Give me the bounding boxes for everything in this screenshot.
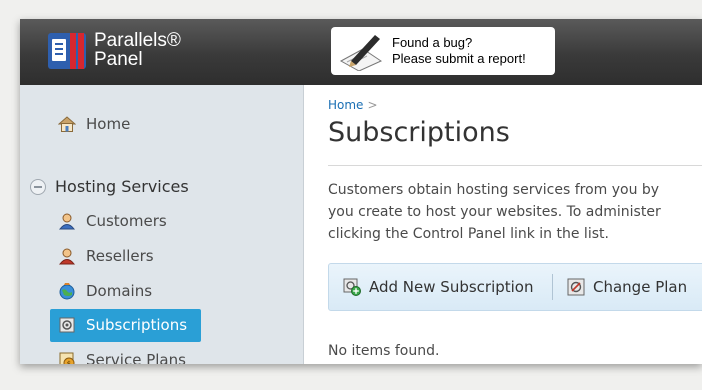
sidebar-item-label: Domains <box>86 282 153 300</box>
breadcrumb-home-link[interactable]: Home <box>328 98 363 112</box>
collapse-icon[interactable] <box>30 179 46 195</box>
bug-report-button[interactable]: Found a bug? Please submit a report! <box>331 27 555 75</box>
breadcrumb: Home > <box>328 98 378 112</box>
sidebar-item-label: Resellers <box>86 247 154 265</box>
logo-text: Parallels® Panel <box>94 31 181 69</box>
page-description: Customers obtain hosting services from y… <box>328 179 702 245</box>
sidebar-item-domains[interactable]: Domains <box>50 275 300 307</box>
reseller-icon <box>58 248 76 265</box>
pen-and-paper-icon <box>339 35 383 71</box>
sidebar-item-label: Service Plans <box>86 351 186 364</box>
empty-list-message: No items found. <box>328 343 440 359</box>
change-plan-label: Change Plan <box>593 278 688 296</box>
app-window: Parallels® Panel Found a bug? Please sub… <box>20 19 702 364</box>
sidebar: Home Hosting Services Customers Reseller… <box>20 85 304 364</box>
parallels-logo[interactable]: Parallels® Panel <box>48 31 228 73</box>
change-plan-icon <box>567 278 585 296</box>
toolbar: Add New Subscription Change Plan <box>328 263 702 311</box>
bug-report-line-2: Please submit a report! <box>392 51 526 66</box>
customer-icon <box>58 213 76 230</box>
title-divider <box>328 165 702 166</box>
description-line-2: you create to host your websites. To adm… <box>328 204 661 220</box>
sidebar-item-label: Subscriptions <box>86 316 188 334</box>
service-plan-icon: $ <box>59 352 75 364</box>
description-line-1: Customers obtain hosting services from y… <box>328 182 660 198</box>
sidebar-item-label: Home <box>86 115 131 133</box>
logo-line-2: Panel <box>94 49 143 70</box>
add-new-subscription-button[interactable]: Add New Subscription <box>329 264 551 310</box>
bug-report-text: Found a bug? Please submit a report! <box>392 35 526 67</box>
top-bar: Parallels® Panel Found a bug? Please sub… <box>20 19 702 85</box>
change-plan-button[interactable]: Change Plan <box>553 264 702 310</box>
description-line-3: clicking the Control Panel link in the l… <box>328 226 609 242</box>
add-new-subscription-label: Add New Subscription <box>369 278 534 296</box>
sidebar-item-service-plans[interactable]: $ Service Plans <box>50 344 300 364</box>
sidebar-item-label: Customers <box>86 212 167 230</box>
add-subscription-icon <box>343 278 361 296</box>
sidebar-item-customers[interactable]: Customers <box>50 205 300 237</box>
bug-report-line-1: Found a bug? <box>392 35 473 50</box>
sidebar-item-resellers[interactable]: Resellers <box>50 240 300 272</box>
sidebar-item-home[interactable]: Home <box>50 108 300 140</box>
sidebar-item-subscriptions[interactable]: Subscriptions <box>50 309 300 342</box>
home-icon <box>58 116 76 132</box>
svg-text:$: $ <box>67 360 71 364</box>
parallels-logo-icon <box>48 33 86 69</box>
page-title: Subscriptions <box>328 117 510 148</box>
breadcrumb-separator: > <box>367 98 378 112</box>
logo-line-1: Parallels® <box>94 30 181 51</box>
group-label: Hosting Services <box>55 177 189 196</box>
subscription-icon <box>59 317 75 333</box>
globe-icon <box>59 283 75 300</box>
hosting-services-group[interactable]: Hosting Services <box>30 176 290 198</box>
main-content: Home > Subscriptions Customers obtain hos… <box>304 85 702 364</box>
